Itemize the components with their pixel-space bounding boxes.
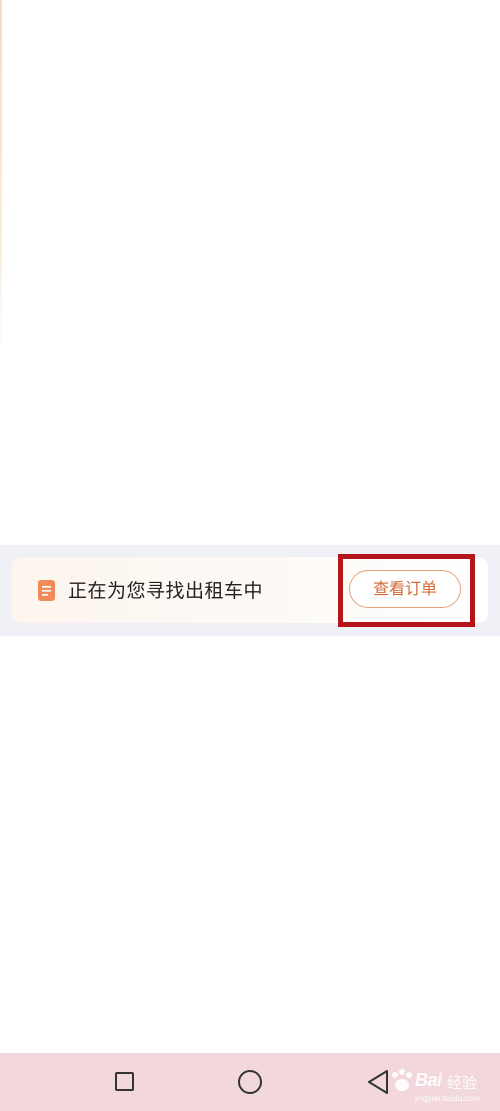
view-order-button[interactable]: 查看订单	[349, 570, 461, 608]
triangle-back-icon[interactable]	[366, 1069, 390, 1095]
order-status-message: 正在为您寻找出租车中	[68, 580, 264, 602]
square-recents-icon[interactable]	[115, 1072, 134, 1091]
edge-shadow	[0, 0, 2, 360]
map-area	[0, 0, 500, 545]
circle-home-icon[interactable]	[238, 1070, 262, 1094]
order-document-icon	[38, 580, 55, 601]
screen: 正在为您寻找出租车中 查看订单 Bai 经验 jingyan.baidu.com	[0, 0, 500, 1111]
